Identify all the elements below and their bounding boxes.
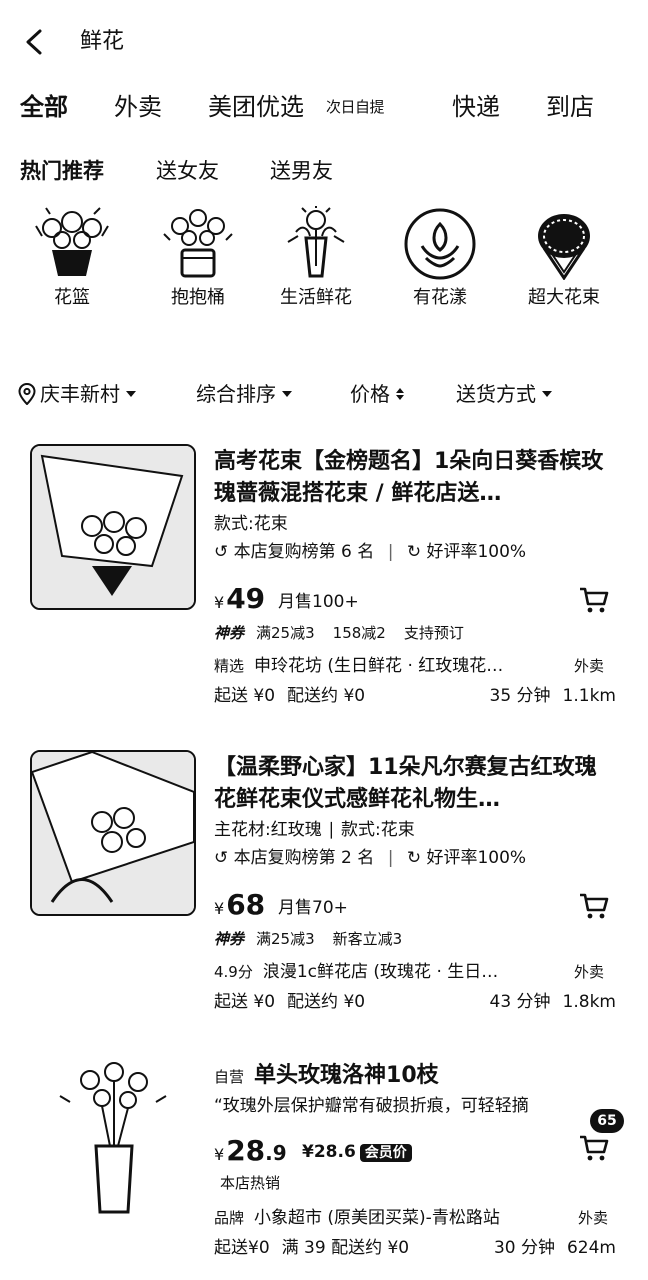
back-arrow-icon[interactable] xyxy=(22,28,46,56)
rating-text: 好评率100% xyxy=(426,542,527,562)
category-label: 花篮 xyxy=(54,287,90,308)
flower-basket-icon xyxy=(35,207,109,276)
category-label: 有花漾 xyxy=(413,287,467,308)
category-hug-bucket[interactable]: 抱抱桶 xyxy=(148,206,248,310)
cart-count-badge: 65 xyxy=(590,1109,624,1133)
tab-takeout[interactable]: 外卖 xyxy=(114,92,162,122)
subtab-boyfriend[interactable]: 送男友 xyxy=(270,157,333,185)
product-attrs: 款式:花束 xyxy=(214,514,288,534)
delivery-info: 起送 ¥0 配送约 ¥0 35 分钟 1.1km xyxy=(214,686,616,706)
price-filter[interactable]: 价格 xyxy=(350,380,404,408)
shop-info[interactable]: 精选 申玲花坊 (生日鲜花 · 红玫瑰花… xyxy=(214,654,554,678)
rating-icon: ↻ xyxy=(406,848,422,868)
hug-bucket-icon xyxy=(163,209,233,278)
price-label: 价格 xyxy=(350,382,390,406)
bouquet-photo-icon xyxy=(32,446,194,608)
location-pin-icon xyxy=(18,383,36,405)
tab-express[interactable]: 快递 xyxy=(452,92,500,122)
location-filter[interactable]: 庆丰新村 xyxy=(18,380,136,408)
rank-text: 本店复购榜第 2 名 xyxy=(233,848,375,868)
add-to-cart-icon[interactable] xyxy=(578,1134,610,1162)
subtab-girlfriend[interactable]: 送女友 xyxy=(156,157,219,185)
chevron-down-icon xyxy=(542,391,552,397)
product-price: ¥68 xyxy=(214,888,266,921)
category-daily-flowers[interactable]: 生活鲜花 xyxy=(266,206,366,310)
channel-label: 外卖 xyxy=(574,657,605,675)
category-big-bouquet[interactable]: 超大花束 xyxy=(514,206,614,310)
category-you-hua-yang[interactable]: 有花漾 xyxy=(390,206,490,310)
hot-sale-tag: 本店热销 xyxy=(220,1174,281,1192)
sort-filter[interactable]: 综合排序 xyxy=(196,380,292,408)
member-price-badge: 会员价 xyxy=(359,1144,412,1162)
delivery-info: 起送 ¥0 配送约 ¥0 43 分钟 1.8km xyxy=(214,992,616,1012)
rating-icon: ↻ xyxy=(406,542,422,562)
product-title: 单头玫瑰洛神10枝 xyxy=(254,1063,439,1088)
product-attrs: 主花材:红玫瑰 ∣ 款式:花束 xyxy=(214,820,415,840)
product-badges: ↺ 本店复购榜第 6 名 | ↻ 好评率100% xyxy=(214,542,527,562)
roses-in-vase-icon xyxy=(59,1062,167,1214)
monthly-sales: 月售70+ xyxy=(278,898,348,918)
rank-text: 本店复购榜第 6 名 xyxy=(233,542,375,562)
product-price: ¥28.9 xyxy=(214,1134,287,1167)
add-to-cart-icon[interactable] xyxy=(578,586,610,614)
sort-label: 综合排序 xyxy=(196,382,276,406)
tab-meituan-youxuan[interactable]: 美团优选 xyxy=(208,92,304,122)
location-label: 庆丰新村 xyxy=(40,382,120,406)
channel-label: 外卖 xyxy=(578,1209,609,1227)
big-bouquet-icon xyxy=(538,214,590,280)
self-operated-tag: 自营 xyxy=(214,1068,245,1086)
category-label: 超大花束 xyxy=(528,287,600,308)
repurchase-icon: ↺ xyxy=(214,542,229,562)
sort-updown-icon xyxy=(396,388,404,400)
shop-info[interactable]: 4.9分 浪漫1c鲜花店 (玫瑰花 · 生日… xyxy=(214,960,554,984)
promo-row: 神券 满25减3 158减2 支持预订 xyxy=(214,624,464,642)
product-title-row[interactable]: 自营 单头玫瑰洛神10枝 xyxy=(214,1060,439,1093)
delivery-label: 送货方式 xyxy=(456,382,536,406)
product-image[interactable] xyxy=(30,444,196,610)
page-title: 鲜花 xyxy=(80,29,125,54)
member-price: ¥28.6 会员价 xyxy=(302,1140,412,1165)
product-image[interactable] xyxy=(30,1056,196,1222)
category-label: 生活鲜花 xyxy=(280,287,352,308)
promo-row: 神券 满25减3 新客立减3 xyxy=(214,930,403,948)
repurchase-icon: ↺ xyxy=(214,848,229,868)
tab-all[interactable]: 全部 xyxy=(20,92,68,122)
chevron-down-icon xyxy=(282,391,292,397)
daily-flowers-icon xyxy=(287,206,345,278)
you-hua-yang-logo-icon xyxy=(404,208,476,280)
rating-text: 好评率100% xyxy=(426,848,527,868)
add-to-cart-icon[interactable] xyxy=(578,892,610,920)
tab-next-day-pickup[interactable]: 次日自提 xyxy=(326,96,385,118)
product-desc: “玫瑰外层保护瓣常有破损折痕，可轻轻摘 xyxy=(214,1096,529,1116)
delivery-filter[interactable]: 送货方式 xyxy=(456,380,552,408)
tab-in-store[interactable]: 到店 xyxy=(546,92,594,122)
product-price: ¥49 xyxy=(214,582,266,615)
product-title[interactable]: 高考花束【金榜题名】1朵向日葵香槟玫瑰蔷薇混搭花束 / 鲜花店送… xyxy=(214,446,614,510)
category-label: 抱抱桶 xyxy=(171,287,225,308)
product-badges: ↺ 本店复购榜第 2 名 | ↻ 好评率100% xyxy=(214,848,527,868)
monthly-sales: 月售100+ xyxy=(278,592,359,612)
chevron-down-icon xyxy=(126,391,136,397)
subtab-hot[interactable]: 热门推荐 xyxy=(20,157,104,185)
product-title[interactable]: 【温柔野心家】11朵凡尔赛复古红玫瑰花鲜花束仪式感鲜花礼物生… xyxy=(214,752,614,816)
channel-label: 外卖 xyxy=(574,963,605,981)
shop-info[interactable]: 品牌 小象超市 (原美团买菜)-青松路站 xyxy=(214,1206,554,1230)
delivery-info: 起送¥0 满 39 配送约 ¥0 30 分钟 624m xyxy=(214,1238,616,1258)
product-image[interactable] xyxy=(30,750,196,916)
category-flower-basket[interactable]: 花篮 xyxy=(22,206,122,310)
rose-bouquet-photo-icon xyxy=(32,752,194,914)
